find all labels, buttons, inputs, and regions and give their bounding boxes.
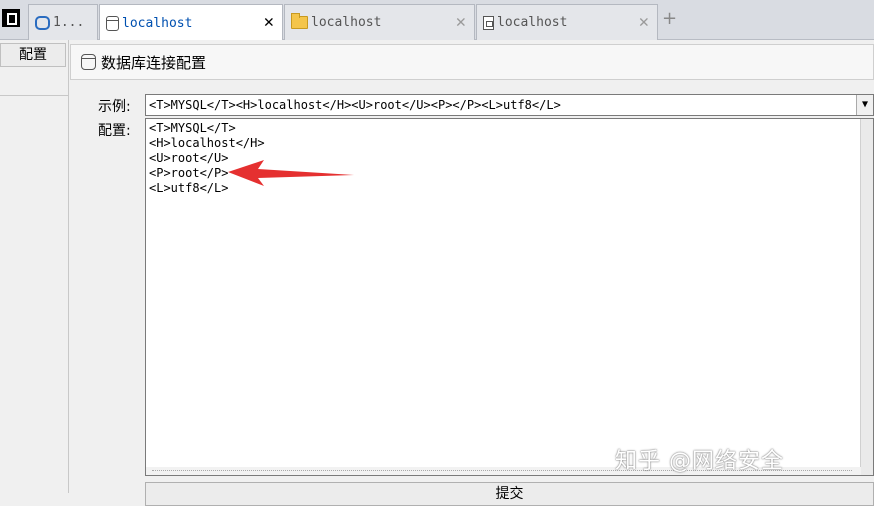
new-tab-plus-icon[interactable]: + [662,10,677,28]
app-logo-icon[interactable] [2,9,20,27]
config-panel: 数据库连接配置 示例: <T>MYSQL</T><H>localhost</H>… [70,40,874,506]
config-label: 配置: [98,123,131,139]
config-button[interactable]: 配置 [0,43,66,67]
tab-label: 1... [53,15,85,30]
red-arrow-annotation [228,160,354,186]
watermark: 知乎 @网络安全 [615,449,784,474]
close-icon[interactable]: ✕ [639,13,649,31]
close-icon[interactable]: ✕ [264,13,274,31]
file-icon [483,15,494,30]
arrow-shape [228,160,354,186]
database-icon [106,15,119,31]
tab-label: localhost [311,15,382,30]
example-label: 示例: [98,99,131,115]
tab-label: localhost [122,15,193,31]
tab-1[interactable]: 1... [28,4,98,40]
chevron-down-icon[interactable]: ▼ [856,95,873,115]
panel-header: 数据库连接配置 [70,44,874,80]
tab-bar: 1... localhost ✕ localhost ✕ localhost ✕… [0,0,874,41]
left-sidebar: 配置 [0,40,69,493]
folder-icon [291,13,308,29]
tab-localhost-folder[interactable]: localhost ✕ [284,4,475,40]
example-value: <T>MYSQL</T><H>localhost</H><U>root</U><… [149,98,561,112]
close-icon[interactable]: ✕ [456,13,466,31]
example-field[interactable]: <T>MYSQL</T><H>localhost</H><U>root</U><… [145,94,874,116]
panel-title: 数据库连接配置 [101,53,207,72]
hexagon-icon [35,15,50,30]
divider [0,95,68,96]
database-icon [81,54,96,70]
save-button[interactable]: 提交 [145,482,874,506]
tab-label: localhost [497,15,568,30]
tab-localhost-active[interactable]: localhost ✕ [99,4,283,41]
tab-localhost-file[interactable]: localhost ✕ [476,4,658,40]
vertical-scrollbar[interactable] [860,119,873,475]
